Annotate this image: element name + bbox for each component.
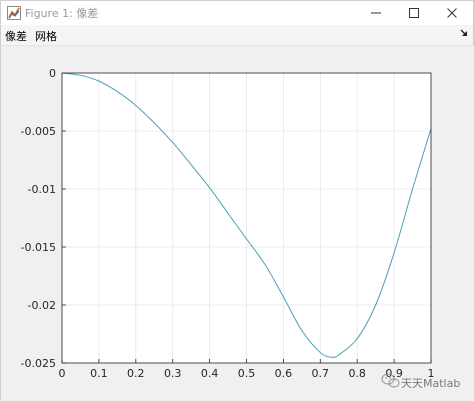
window-title: Figure 1: 像差 [25,7,99,20]
title-bar[interactable]: Figure 1: 像差 [1,1,473,25]
menu-bar: 像差 网格 [1,25,473,46]
dock-arrow-icon[interactable] [459,28,469,40]
x-tick-label: 0.6 [275,367,293,380]
close-icon [447,8,457,18]
x-tick-labels: 0 0.1 0.2 0.3 0.4 0.5 0.6 0.7 0.8 0.9 1 [59,367,435,380]
x-tick-label: 0.5 [238,367,256,380]
close-button[interactable] [429,1,474,25]
maximize-icon [409,8,419,18]
menu-item-grid[interactable]: 网格 [35,28,57,44]
y-tick-label: -0.01 [28,183,56,196]
x-tick-label: 0.4 [201,367,219,380]
x-tick-label: 0.7 [312,367,330,380]
x-tick-label: 0.2 [127,367,145,380]
menu-item-aberration[interactable]: 像差 [5,28,27,44]
y-tick-label: -0.005 [21,125,56,138]
minimize-icon [371,12,381,14]
y-tick-labels: 0 -0.005 -0.01 -0.015 -0.02 -0.025 [21,67,56,370]
figure-area: 0 0.1 0.2 0.3 0.4 0.5 0.6 0.7 0.8 0.9 1 0 -0.005 -0.… [1,46,474,401]
x-tick-label: 0 [59,367,66,380]
figure-window: Figure 1: 像差 像差 网格 0 0.1 0.2 0.3 0.4 0.5… [0,0,474,401]
y-tick-label: -0.015 [21,241,56,254]
plot-canvas: 0 0.1 0.2 0.3 0.4 0.5 0.6 0.7 0.8 0.9 1 0-0.005-0.… [21,67,461,390]
y-tick-label: -0.025 [21,357,56,370]
y-tick-label: 0 [49,67,56,80]
x-tick-label: 0.3 [164,367,182,380]
x-tick-label: 0.8 [348,367,366,380]
y-tick-label: -0.02 [28,299,56,312]
x-tick-label: 0.1 [90,367,108,380]
matlab-figure-icon [7,6,21,20]
watermark-text: 天天Matlab [401,377,460,390]
